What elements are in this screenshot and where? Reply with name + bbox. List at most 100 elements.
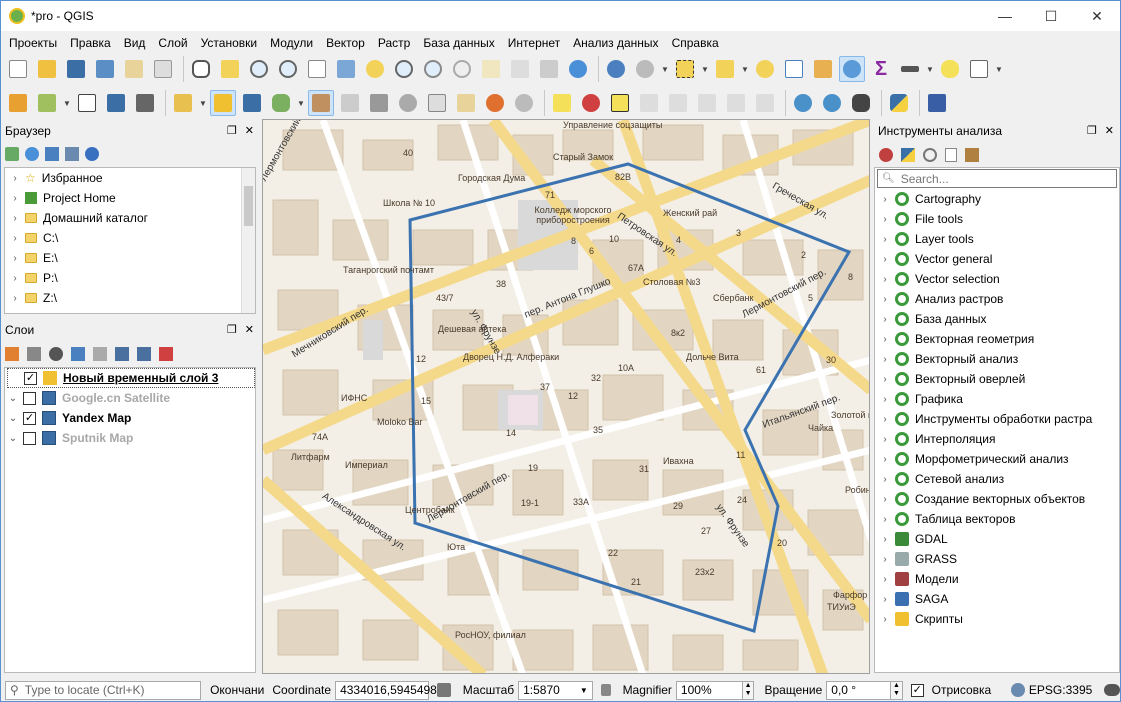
copy-features-icon[interactable] <box>424 90 450 116</box>
zoom-out-icon[interactable] <box>275 56 301 82</box>
undo-icon[interactable] <box>482 90 508 116</box>
close-panel-icon[interactable]: ✕ <box>1105 124 1114 137</box>
current-edits-icon[interactable] <box>170 90 196 116</box>
toolbox-group[interactable]: › Векторная геометрия <box>879 329 1119 349</box>
filter-icon[interactable] <box>45 147 59 161</box>
binoculars-icon[interactable] <box>848 90 874 116</box>
zoom-selection-icon[interactable] <box>362 56 388 82</box>
zoom-full-icon[interactable] <box>333 56 359 82</box>
layer-checkbox[interactable]: ✓ <box>23 411 36 425</box>
browser-item-drive-p[interactable]: › P:\ <box>9 268 255 288</box>
toolbox-group[interactable]: › Векторный оверлей <box>879 369 1119 389</box>
crs-button[interactable]: EPSG:3395 <box>1029 683 1092 697</box>
new-print-layout-icon[interactable] <box>121 56 147 82</box>
menu-database[interactable]: База данных <box>419 36 498 50</box>
select-features-icon[interactable] <box>672 56 698 82</box>
new-map-view-icon[interactable] <box>478 56 504 82</box>
menu-vector[interactable]: Вектор <box>322 36 369 50</box>
toolbox-group[interactable]: › Морфометрический анализ <box>879 449 1119 469</box>
layout-manager-icon[interactable] <box>150 56 176 82</box>
text-annotation-icon[interactable] <box>966 56 992 82</box>
collapse-all-icon[interactable] <box>137 347 151 361</box>
field-calculator-icon[interactable] <box>810 56 836 82</box>
toolbox-group[interactable]: › База данных <box>879 309 1119 329</box>
close-panel-icon[interactable]: ✕ <box>245 124 254 137</box>
scale-select[interactable]: 1:5870 ▼ <box>518 680 593 700</box>
models-gear-icon[interactable] <box>879 148 893 162</box>
toolbox-group[interactable]: › SAGA <box>879 589 1119 609</box>
show-hide-labels-icon[interactable] <box>665 90 691 116</box>
toolbox-group[interactable]: › Vector general <box>879 249 1119 269</box>
expand-all-icon[interactable] <box>115 347 129 361</box>
cut-features-icon[interactable] <box>395 90 421 116</box>
diagram-icon[interactable] <box>578 90 604 116</box>
crs-globe-icon[interactable] <box>1011 683 1025 697</box>
menu-raster[interactable]: Растр <box>374 36 414 50</box>
attribute-table-icon[interactable] <box>781 56 807 82</box>
browser-item-home[interactable]: › Домашний каталог <box>9 208 255 228</box>
rotation-input[interactable]: 0,0 ° <box>826 680 892 700</box>
python-console-icon[interactable] <box>886 90 912 116</box>
options-wrench-icon[interactable] <box>965 148 979 162</box>
toolbox-search-input[interactable]: 🔍︎ Search... <box>877 169 1117 188</box>
minimize-button[interactable]: — <box>982 1 1028 31</box>
chevron-down-icon[interactable]: ▼ <box>741 65 749 74</box>
close-button[interactable]: ✕ <box>1074 1 1120 31</box>
layer-checkbox[interactable] <box>23 431 36 445</box>
filter-icon[interactable] <box>71 347 85 361</box>
zoom-layer-icon[interactable] <box>391 56 417 82</box>
magnifier-spinner[interactable]: ▲ ▼ <box>742 680 755 700</box>
map-tips-icon[interactable] <box>937 56 963 82</box>
history-clock-icon[interactable] <box>923 148 937 162</box>
chevron-down-icon[interactable]: ▼ <box>297 99 305 108</box>
layer-item-google[interactable]: ⌄ Google.cn Satellite <box>7 388 255 408</box>
digitize-pen-icon[interactable] <box>103 90 129 116</box>
menu-help[interactable]: Справка <box>668 36 723 50</box>
measure-icon[interactable] <box>897 56 923 82</box>
toolbox-group[interactable]: › Модели <box>879 569 1119 589</box>
extents-toggle-icon[interactable] <box>437 683 451 697</box>
python-icon[interactable] <box>901 148 915 162</box>
style-brush-icon[interactable] <box>5 347 19 361</box>
coordinate-field[interactable]: 4334016,5945498 <box>335 680 437 700</box>
layer-checkbox[interactable] <box>23 391 36 405</box>
browser-item-drive-c[interactable]: › C:\ <box>9 228 255 248</box>
float-panel-icon[interactable]: ❐ <box>227 323 237 336</box>
toolbox-group[interactable]: › Создание векторных объектов <box>879 489 1119 509</box>
save-edits-icon[interactable] <box>239 90 265 116</box>
data-source-manager-icon[interactable] <box>5 90 31 116</box>
toolbox-group[interactable]: › Векторный анализ <box>879 349 1119 369</box>
globe-web-icon[interactable] <box>790 90 816 116</box>
layer-checkbox[interactable]: ✓ <box>24 371 37 385</box>
menu-layer[interactable]: Слой <box>154 36 191 50</box>
toolbox-group[interactable]: › GRASS <box>879 549 1119 569</box>
select-by-value-icon[interactable] <box>712 56 738 82</box>
menu-settings[interactable]: Установки <box>197 36 261 50</box>
chevron-down-icon[interactable]: ▼ <box>63 99 71 108</box>
close-panel-icon[interactable]: ✕ <box>245 323 254 336</box>
lock-scale-icon[interactable] <box>600 684 611 696</box>
toolbox-group[interactable]: › Сетевой анализ <box>879 469 1119 489</box>
refresh-icon[interactable] <box>25 147 39 161</box>
rotation-spinner[interactable]: ▲ ▼ <box>891 680 903 700</box>
label-abc-icon[interactable] <box>549 90 575 116</box>
menu-web[interactable]: Интернет <box>504 36 564 50</box>
filter-expression-icon[interactable] <box>93 347 107 361</box>
messages-icon[interactable] <box>1104 684 1120 696</box>
save-project-icon[interactable] <box>63 56 89 82</box>
zoom-next-icon[interactable] <box>449 56 475 82</box>
add-polygon-icon[interactable] <box>268 90 294 116</box>
float-panel-icon[interactable]: ❐ <box>1087 124 1097 137</box>
vertex-tool-icon[interactable] <box>308 90 334 116</box>
gps-icon[interactable] <box>132 90 158 116</box>
browser-item-drive-z[interactable]: › Z:\ <box>9 288 255 308</box>
menu-edit[interactable]: Правка <box>66 36 115 50</box>
toolbox-group[interactable]: › Графика <box>879 389 1119 409</box>
digitize-vertex-icon[interactable] <box>74 90 100 116</box>
chevron-down-icon[interactable]: ▼ <box>199 99 207 108</box>
collapse-all-icon[interactable] <box>65 147 79 161</box>
browser-item-favorites[interactable]: › ☆ Избранное <box>9 168 255 188</box>
toolbox-group[interactable]: › Скрипты <box>879 609 1119 629</box>
maximize-button[interactable]: ☐ <box>1028 1 1074 31</box>
remove-layer-icon[interactable] <box>159 347 173 361</box>
